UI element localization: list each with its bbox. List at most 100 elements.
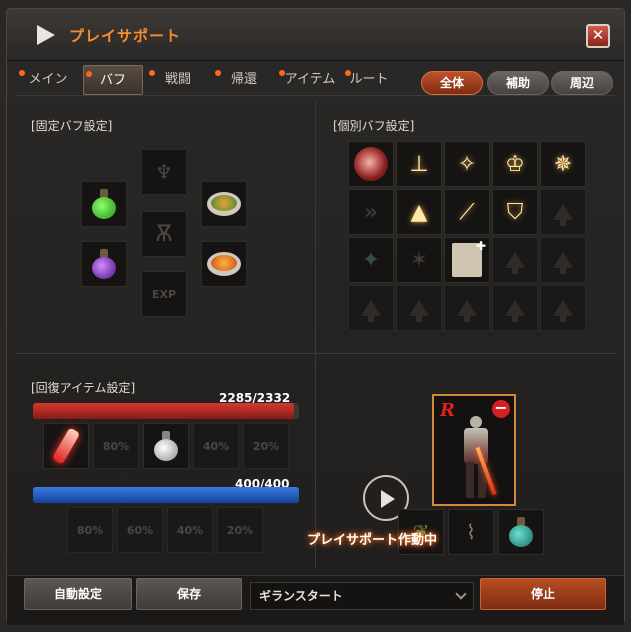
fixed-buff-slot-left-bottom[interactable]	[81, 241, 127, 287]
tab-label: バフ	[99, 73, 126, 88]
scroll-icon: ✚	[452, 239, 486, 277]
shuriken-icon: ✦	[361, 247, 381, 273]
individual-buff-slot[interactable]: ✧	[444, 141, 490, 187]
scope-support-button[interactable]: 補助	[487, 71, 549, 95]
fixed-buff-slot-right-top[interactable]	[201, 181, 247, 227]
scroll-rune-icon: Ѫ	[155, 221, 173, 247]
arrow-up-icon	[457, 300, 477, 322]
save-button[interactable]: 保存	[136, 578, 242, 610]
tab-label: メイン	[28, 72, 68, 87]
chevron-down-icon	[455, 588, 467, 600]
exp-slot-label: EXP	[151, 287, 177, 301]
fixed-buff-label: [固定バフ設定]	[31, 119, 113, 133]
individual-buff-slot[interactable]: ♔	[492, 141, 538, 187]
slash-icon: ⟋	[459, 199, 475, 225]
title-bar: プレイサポート ✕	[7, 9, 624, 61]
character-card[interactable]: R −	[432, 394, 516, 506]
support-status-text: プレイサポート作動中	[307, 533, 438, 548]
individual-buff-slot[interactable]: ▲	[396, 189, 442, 235]
tab-battle[interactable]: 戦闘	[147, 65, 209, 95]
crown-aura-icon: ♔	[505, 151, 525, 177]
arrow-up-icon	[409, 300, 429, 322]
individual-buff-slot-empty[interactable]	[396, 285, 442, 331]
fixed-buff-slot-right-bottom[interactable]	[201, 241, 247, 287]
hp-potion-slot-2[interactable]	[143, 423, 189, 469]
divider	[15, 353, 617, 354]
individual-buff-slot-empty[interactable]	[492, 237, 538, 283]
tab-loot[interactable]: ルート	[343, 65, 395, 95]
individual-buff-slot[interactable]: ✦	[348, 237, 394, 283]
divider	[315, 99, 316, 569]
sword-ground-icon: ⊥	[409, 151, 429, 177]
individual-buff-slot-empty[interactable]	[540, 237, 586, 283]
play-support-window: プレイサポート ✕ メイン バフ 戦闘 帰還 アイテム ルート 全体 補助 周辺…	[6, 8, 625, 625]
clear-potion-icon	[153, 431, 179, 461]
threshold-label: 40%	[202, 439, 230, 453]
threshold-label: 60%	[126, 523, 154, 537]
individual-buff-slot-empty[interactable]	[540, 189, 586, 235]
individual-buff-slot-empty[interactable]	[492, 285, 538, 331]
arrow-up-icon	[553, 300, 573, 322]
location-select-value: ギランスタート	[259, 589, 343, 603]
arrow-up-icon	[505, 300, 525, 322]
play-icon	[381, 490, 395, 508]
tab-label: ルート	[349, 72, 389, 87]
salad-icon	[207, 192, 241, 216]
scope-nearby-button[interactable]: 周辺	[551, 71, 613, 95]
pin-icon: ✚	[475, 239, 486, 253]
mp-bar-fill	[33, 487, 299, 503]
individual-buff-slot[interactable]: ⟋	[444, 189, 490, 235]
tab-dot-icon	[149, 70, 155, 76]
tab-dot-icon	[86, 71, 92, 77]
mp-threshold-slot[interactable]: 40%	[167, 507, 213, 553]
arrow-up-icon	[553, 204, 573, 226]
hp-threshold-slot[interactable]: 20%	[243, 423, 289, 469]
mp-threshold-slot[interactable]: 60%	[117, 507, 163, 553]
individual-buff-slot-empty[interactable]	[348, 285, 394, 331]
tab-return[interactable]: 帰還	[213, 65, 275, 95]
tab-main[interactable]: メイン	[17, 65, 79, 95]
individual-buff-slot[interactable]: ✵	[540, 141, 586, 187]
hp-threshold-slot[interactable]: 40%	[193, 423, 239, 469]
individual-buff-slot[interactable]	[348, 141, 394, 187]
tab-buff[interactable]: バフ	[83, 65, 143, 95]
arrow-up-icon	[505, 252, 525, 274]
arrow-up-icon	[553, 252, 573, 274]
individual-buff-slot[interactable]: ⊥	[396, 141, 442, 187]
hp-bar-fill	[33, 403, 294, 419]
claw-icon: ✶	[409, 247, 429, 273]
hp-potion-slot-1[interactable]	[43, 423, 89, 469]
fixed-buff-slot-bottom[interactable]: EXP	[141, 271, 187, 317]
tab-dot-icon	[345, 70, 351, 76]
individual-buff-slot-empty[interactable]	[540, 285, 586, 331]
tab-dot-icon	[279, 70, 285, 76]
auto-setting-button[interactable]: 自動設定	[24, 578, 132, 610]
mp-threshold-slot[interactable]: 20%	[217, 507, 263, 553]
teal-potion-icon	[508, 517, 534, 547]
individual-buff-slot[interactable]: »	[348, 189, 394, 235]
individual-buff-slot[interactable]: ✶	[396, 237, 442, 283]
location-select[interactable]: ギランスタート	[250, 582, 474, 610]
character-figure	[456, 416, 497, 502]
fixed-buff-slot-center[interactable]: Ѫ	[141, 211, 187, 257]
armor-sparkle-icon: ✵	[553, 151, 573, 177]
mp-threshold-slot[interactable]: 80%	[67, 507, 113, 553]
support-item-slot[interactable]: ⌇	[448, 509, 494, 555]
stop-button[interactable]: 停止	[480, 578, 606, 610]
scroll-item-icon: ⌇	[466, 520, 476, 544]
support-item-slot[interactable]	[498, 509, 544, 555]
hp-threshold-slot[interactable]: 80%	[93, 423, 139, 469]
close-button[interactable]: ✕	[586, 24, 610, 48]
individual-buff-slot[interactable]: ✚	[444, 237, 490, 283]
haste-arrows-icon: »	[363, 199, 379, 225]
threshold-label: 80%	[102, 439, 130, 453]
individual-buff-slot[interactable]: ⛉	[492, 189, 538, 235]
scope-all-button[interactable]: 全体	[421, 71, 483, 95]
fixed-buff-slot-top[interactable]: ♆	[141, 149, 187, 195]
fixed-buff-slot-left-top[interactable]	[81, 181, 127, 227]
play-icon	[37, 25, 55, 45]
rune-icon: ♆	[155, 160, 173, 184]
individual-buff-slot-empty[interactable]	[444, 285, 490, 331]
rank-label: R	[440, 400, 455, 421]
tab-item[interactable]: アイテム	[277, 65, 343, 95]
